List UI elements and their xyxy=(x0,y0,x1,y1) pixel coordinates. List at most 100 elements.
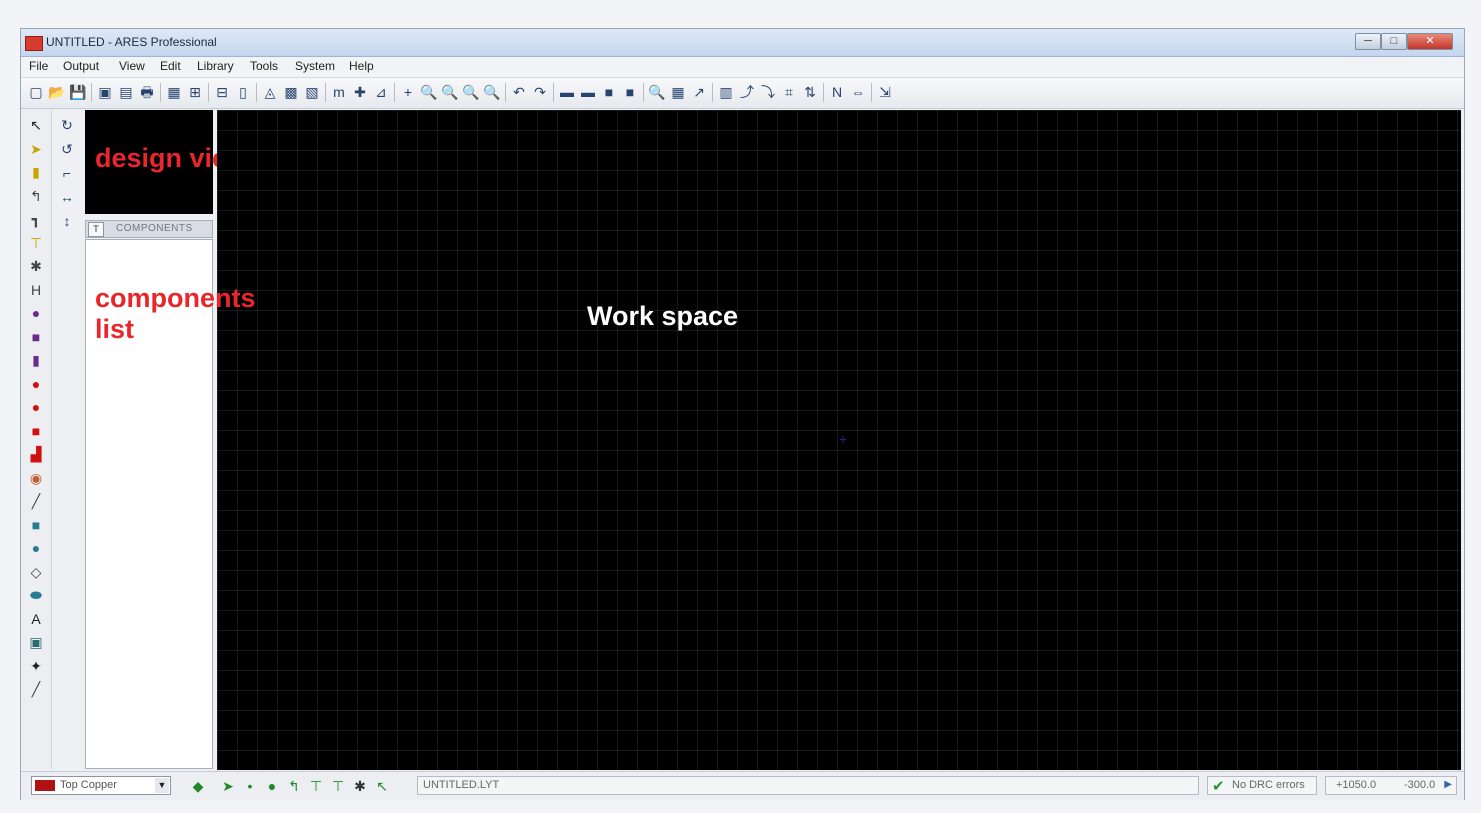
library-icon[interactable]: ▧ xyxy=(303,83,321,101)
metric-icon[interactable]: m xyxy=(330,83,348,101)
package-icon[interactable]: ▦ xyxy=(669,83,687,101)
grid-icon[interactable]: ⊞ xyxy=(186,83,204,101)
title-bar[interactable]: UNTITLED - ARES Professional ─ □ ✕ xyxy=(21,29,1464,57)
search-icon[interactable]: ⌗ xyxy=(780,83,798,101)
select-component-icon[interactable]: ➤ xyxy=(219,777,237,795)
pan-icon[interactable]: + xyxy=(399,83,417,101)
netlist-icon[interactable]: N xyxy=(828,83,846,101)
box-icon[interactable]: ■ xyxy=(26,515,46,535)
chevron-down-icon[interactable]: ▼ xyxy=(155,778,169,793)
zone-mode-icon[interactable]: ⊤ xyxy=(26,233,46,253)
select-power-icon[interactable]: ⊤ xyxy=(329,777,347,795)
work-space-canvas[interactable]: + xyxy=(217,110,1461,770)
zoom-out-icon[interactable]: 🔍 xyxy=(441,83,459,101)
auto-route-icon[interactable]: ↗ xyxy=(690,83,708,101)
menu-tools[interactable]: Tools xyxy=(250,59,278,73)
flip-vertical-icon[interactable]: ↕ xyxy=(57,211,77,231)
compare-icon[interactable]: ⇔ xyxy=(849,83,867,101)
line-icon[interactable]: ╱ xyxy=(26,491,46,511)
angle-field-icon[interactable]: ⌐ xyxy=(57,163,77,183)
polygon-pad-icon[interactable]: ■ xyxy=(26,421,46,441)
rotate-block-icon[interactable]: ■ xyxy=(600,83,618,101)
via-mode-icon[interactable]: ┓ xyxy=(26,209,46,229)
select-track-icon[interactable]: ↰ xyxy=(285,777,303,795)
circle-icon[interactable]: ● xyxy=(26,538,46,558)
layer-select[interactable]: Top Copper ▼ xyxy=(31,776,171,795)
zoom-area-icon[interactable]: 🔍 xyxy=(483,83,501,101)
round-pad-icon[interactable]: ● xyxy=(26,303,46,323)
cross-icon[interactable]: ✚ xyxy=(351,83,369,101)
import-icon[interactable]: ▣ xyxy=(96,83,114,101)
close-button[interactable]: ✕ xyxy=(1407,33,1453,50)
snap-icon[interactable]: ⊟ xyxy=(213,83,231,101)
path-icon[interactable]: ⬬ xyxy=(26,585,46,605)
trace-icon[interactable]: ⤴ xyxy=(738,83,756,101)
print-icon[interactable]: 🖶 xyxy=(138,83,156,101)
marker-icon[interactable]: ✦ xyxy=(26,656,46,676)
text-icon[interactable]: A xyxy=(26,609,46,629)
maximize-button[interactable]: □ xyxy=(1381,33,1407,50)
window-title: UNTITLED - ARES Professional xyxy=(46,35,217,49)
zoom-in-icon[interactable]: 🔍 xyxy=(420,83,438,101)
track-mode-icon[interactable]: ↰ xyxy=(26,186,46,206)
symbol-icon[interactable]: ▣ xyxy=(26,632,46,652)
mode-toolbar: ↖ ➤ ▮ ↰ ┓ ⊤ ✱ H ● ■ ▮ ● ● ■ ▟ ◉ ╱ ■ ● ◇ ⬬ A ▣ ✦ ╱ xyxy=(21,109,52,769)
selection-mode-icon[interactable]: ↖ xyxy=(26,115,46,135)
flip-horizontal-icon[interactable]: ↔ xyxy=(57,187,77,207)
select-zone-icon[interactable]: ⊤ xyxy=(307,777,325,795)
power-plane-icon[interactable]: ⤵ xyxy=(759,83,777,101)
square-pad-icon[interactable]: ■ xyxy=(26,327,46,347)
menu-view[interactable]: View xyxy=(119,59,145,73)
dil-pad-icon[interactable]: ▮ xyxy=(26,350,46,370)
rotate-clockwise-icon[interactable]: ↻ xyxy=(57,115,77,135)
minimize-button[interactable]: ─ xyxy=(1355,33,1381,50)
new-file-icon[interactable]: ▢ xyxy=(27,83,45,101)
select-via-icon[interactable]: ● xyxy=(263,777,281,795)
ratsnest-mode-icon[interactable]: ✱ xyxy=(26,256,46,276)
pick-icon[interactable]: 🔍 xyxy=(648,83,666,101)
pad-stack-icon[interactable]: ◉ xyxy=(26,468,46,488)
select-ratsnest-icon[interactable]: ✱ xyxy=(351,777,369,795)
menu-edit[interactable]: Edit xyxy=(160,59,181,73)
edge-pad-icon[interactable]: ● xyxy=(26,374,46,394)
layer-icon[interactable]: ▯ xyxy=(234,83,252,101)
coordinate-y: -300.0 xyxy=(1404,779,1436,791)
open-file-icon[interactable]: 📂 xyxy=(48,83,66,101)
connectivity-mode-icon[interactable]: H xyxy=(26,280,46,300)
select-pointer-icon[interactable]: ↖ xyxy=(373,777,391,795)
menu-system[interactable]: System xyxy=(295,59,335,73)
copy-block-icon[interactable]: ▬ xyxy=(558,83,576,101)
arc-icon[interactable]: ◇ xyxy=(26,562,46,582)
package-mode-icon[interactable]: ▮ xyxy=(26,162,46,182)
print-area-icon[interactable]: ▦ xyxy=(165,83,183,101)
origin-icon[interactable]: ◬ xyxy=(261,83,279,101)
delete-block-icon[interactable]: ■ xyxy=(621,83,639,101)
undo-icon[interactable]: ↶ xyxy=(510,83,528,101)
dimension-icon[interactable]: ╱ xyxy=(26,679,46,699)
arrow-right-icon[interactable]: ▶ xyxy=(1444,779,1452,790)
menu-output[interactable]: Output xyxy=(63,59,99,73)
menu-file[interactable]: File xyxy=(29,59,48,73)
drc-status[interactable]: ✔ No DRC errors xyxy=(1207,776,1317,795)
rotate-anticlockwise-icon[interactable]: ↺ xyxy=(57,139,77,159)
measure-icon[interactable]: ⇲ xyxy=(876,83,894,101)
ratsnest-icon[interactable]: ▥ xyxy=(717,83,735,101)
export-icon[interactable]: ▤ xyxy=(117,83,135,101)
select-pad-icon[interactable]: • xyxy=(241,777,259,795)
redo-icon[interactable]: ↷ xyxy=(531,83,549,101)
components-toggle-button[interactable]: T xyxy=(88,222,104,237)
falsecolor-icon[interactable]: ⊿ xyxy=(372,83,390,101)
padstack-icon[interactable]: ▟ xyxy=(26,444,46,464)
main-toolbar: ▢ 📂 💾 ▣ ▤ 🖶 ▦ ⊞ ⊟ ▯ ◬ ▩ ▧ m ✚ ⊿ + 🔍 🔍 🔍 🔍 ↶ ↷ ▬ ▬ ■ ■ 🔍 ▦ ↗ ▥ ⤴ ⤵ ⌗ ⇅ N ⇔ ⇲ xyxy=(21,78,1464,109)
status-bar: Top Copper ▼ ◆ ➤ • ● ↰ ⊤ ⊤ ✱ ↖ UNTITLED.LYT ✔ No… xyxy=(21,771,1464,800)
move-block-icon[interactable]: ▬ xyxy=(579,83,597,101)
menu-library[interactable]: Library xyxy=(197,59,234,73)
area-icon[interactable]: ▩ xyxy=(282,83,300,101)
menu-help[interactable]: Help xyxy=(349,59,374,73)
save-icon[interactable]: 💾 xyxy=(69,83,87,101)
component-mode-icon[interactable]: ➤ xyxy=(26,139,46,159)
zoom-all-icon[interactable]: 🔍 xyxy=(462,83,480,101)
smt-pad-icon[interactable]: ● xyxy=(26,397,46,417)
tidy-icon[interactable]: ⇅ xyxy=(801,83,819,101)
layer-visibility-icon[interactable]: ◆ xyxy=(189,777,207,795)
